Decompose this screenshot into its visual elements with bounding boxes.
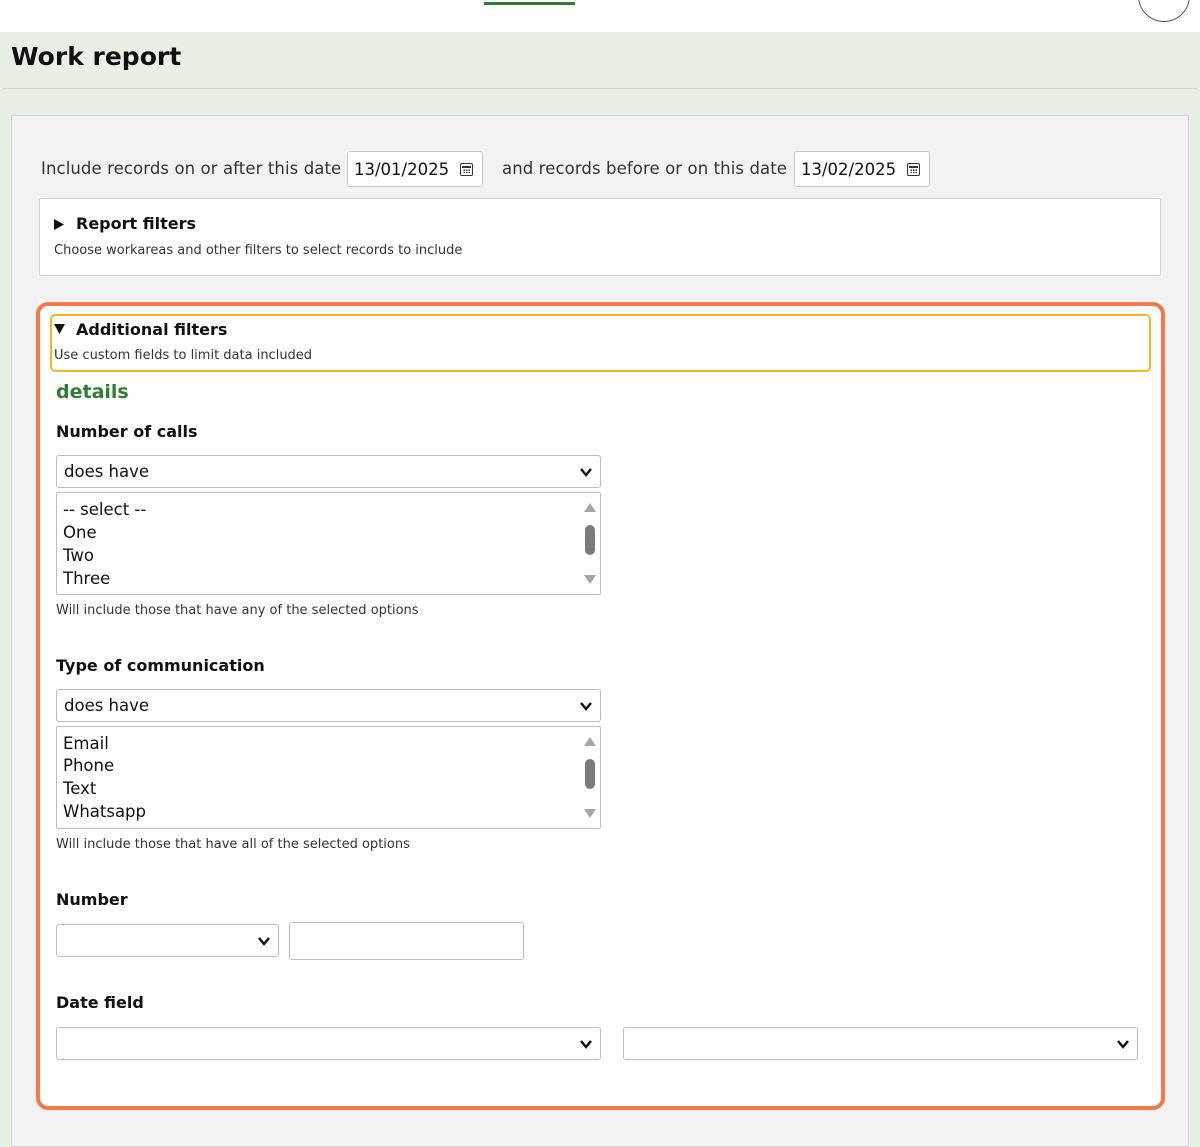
number-value-input[interactable] xyxy=(289,922,524,960)
report-filters-description: Choose workareas and other filters to se… xyxy=(54,243,463,258)
active-tab-indicator xyxy=(484,2,575,5)
number-operator-select[interactable] xyxy=(56,924,279,957)
list-option[interactable]: One xyxy=(63,523,97,542)
type-of-communication-label: Type of communication xyxy=(56,656,265,675)
scrollbar-thumb[interactable] xyxy=(585,525,595,555)
chevron-down-icon xyxy=(580,702,592,711)
type-of-communication-hint: Will include those that have all of the … xyxy=(56,837,410,852)
type-of-communication-mode-value: does have xyxy=(64,696,150,715)
scroll-up-arrow[interactable] xyxy=(584,737,596,746)
date-before-value: 13/02/2025 xyxy=(801,160,897,179)
scroll-up-arrow[interactable] xyxy=(584,503,596,512)
chevron-down-icon xyxy=(1117,1040,1129,1049)
scroll-down-arrow[interactable] xyxy=(584,809,596,818)
list-option[interactable]: Whatsapp xyxy=(63,802,146,821)
list-option[interactable]: Two xyxy=(63,546,94,565)
list-option[interactable]: -- select -- xyxy=(63,500,146,519)
date-before-input[interactable]: 13/02/2025 xyxy=(794,151,930,187)
list-option[interactable]: Text xyxy=(63,779,96,798)
chevron-down-icon xyxy=(580,1040,592,1049)
date-field-second-select[interactable] xyxy=(623,1027,1138,1060)
triangle-down-icon[interactable] xyxy=(54,324,65,334)
date-before-label: and records before or on this date xyxy=(502,159,788,178)
number-of-calls-hint: Will include those that have any of the … xyxy=(56,603,419,618)
scroll-down-arrow[interactable] xyxy=(584,575,596,584)
report-filters-toggle[interactable]: Report filters xyxy=(76,214,196,233)
number-of-calls-mode-select[interactable]: does have xyxy=(56,455,601,488)
number-label: Number xyxy=(56,890,128,909)
calendar-icon[interactable] xyxy=(460,163,473,176)
calendar-icon[interactable] xyxy=(907,163,920,176)
date-field-label: Date field xyxy=(56,993,144,1012)
chevron-down-icon xyxy=(258,937,270,946)
type-of-communication-options-list[interactable]: Email Phone Text Whatsapp xyxy=(56,726,601,829)
report-filters-section: Report filters Choose workareas and othe… xyxy=(39,198,1161,276)
date-field-first-select[interactable] xyxy=(56,1027,601,1060)
date-after-input[interactable]: 13/01/2025 xyxy=(347,151,483,187)
number-of-calls-label: Number of calls xyxy=(56,422,198,441)
date-after-value: 13/01/2025 xyxy=(354,160,450,179)
user-avatar[interactable] xyxy=(1138,0,1190,22)
top-navigation-bar xyxy=(0,0,1200,32)
date-after-label: Include records on or after this date xyxy=(41,159,342,178)
list-option[interactable]: Email xyxy=(63,734,109,753)
additional-filters-description: Use custom fields to limit data included xyxy=(54,348,313,363)
page-title: Work report xyxy=(11,42,182,71)
number-of-calls-mode-value: does have xyxy=(64,462,150,481)
additional-filters-toggle[interactable]: Additional filters xyxy=(76,320,227,339)
title-divider xyxy=(2,88,1198,89)
type-of-communication-mode-select[interactable]: does have xyxy=(56,689,601,722)
scrollbar-thumb[interactable] xyxy=(585,759,595,789)
number-of-calls-options-list[interactable]: -- select -- One Two Three xyxy=(56,492,601,595)
section-heading: details xyxy=(56,381,129,403)
triangle-right-icon[interactable] xyxy=(54,219,64,230)
chevron-down-icon xyxy=(580,468,592,477)
list-option[interactable]: Phone xyxy=(63,756,114,775)
list-option[interactable]: Three xyxy=(63,569,110,588)
